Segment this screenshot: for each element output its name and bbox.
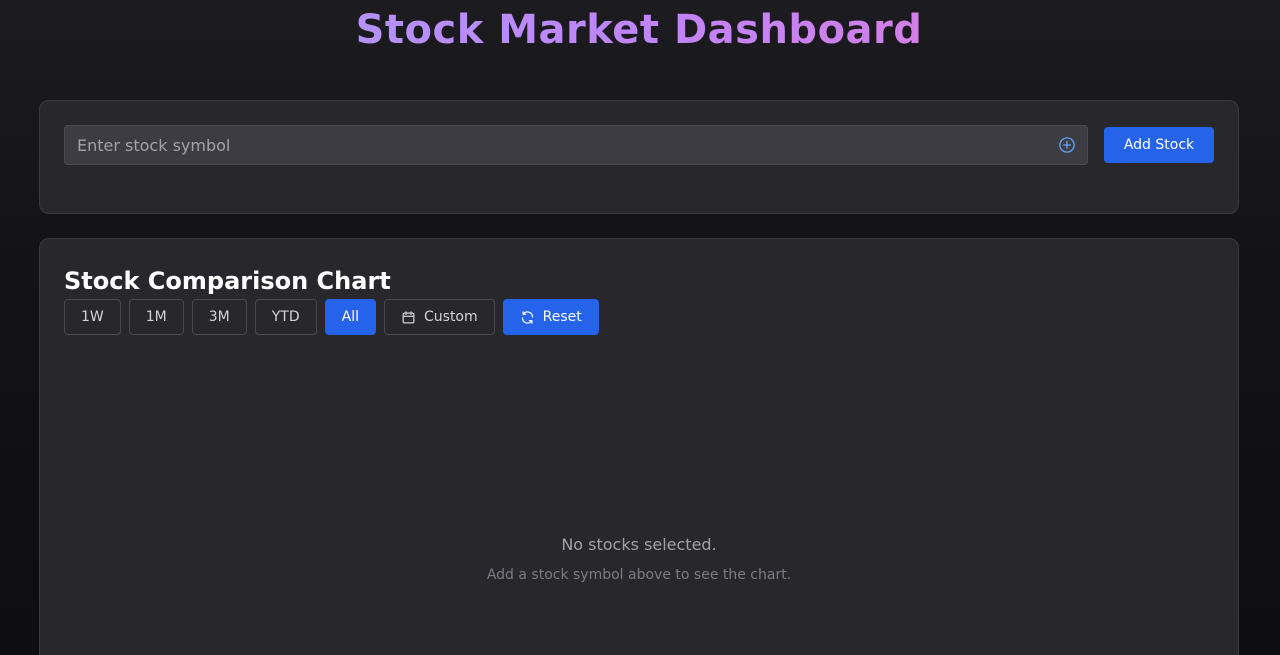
page-title: Stock Market Dashboard — [0, 4, 1278, 56]
range-1m-button[interactable]: 1M — [128, 299, 184, 335]
add-stock-button[interactable]: Add Stock — [1104, 127, 1214, 163]
time-range-toolbar: 1W 1M 3M YTD All Custom Reset — [64, 299, 599, 335]
refresh-icon — [521, 310, 533, 324]
reset-button[interactable]: Reset — [502, 299, 599, 335]
range-ytd-button[interactable]: YTD — [254, 299, 317, 335]
range-all-button[interactable]: All — [324, 299, 376, 335]
empty-state-title: No stocks selected. — [561, 535, 717, 554]
stock-comparison-panel: Stock Comparison Chart 1W 1M 3M YTD All … — [39, 238, 1239, 655]
chart-title: Stock Comparison Chart — [64, 267, 391, 295]
stock-symbol-input[interactable] — [65, 126, 1087, 164]
reset-label: Reset — [542, 309, 582, 325]
custom-range-label: Custom — [424, 309, 478, 325]
empty-chart-state: No stocks selected. Add a stock symbol a… — [40, 535, 1238, 585]
add-stock-panel: Add Stock — [39, 100, 1239, 214]
custom-range-button[interactable]: Custom — [384, 299, 495, 335]
empty-state-hint: Add a stock symbol above to see the char… — [486, 567, 792, 583]
calendar-icon — [402, 310, 415, 323]
range-3m-button[interactable]: 3M — [191, 299, 247, 335]
stock-symbol-field[interactable] — [64, 125, 1088, 165]
plus-circle-icon[interactable] — [1058, 136, 1076, 154]
range-1w-button[interactable]: 1W — [64, 299, 121, 335]
